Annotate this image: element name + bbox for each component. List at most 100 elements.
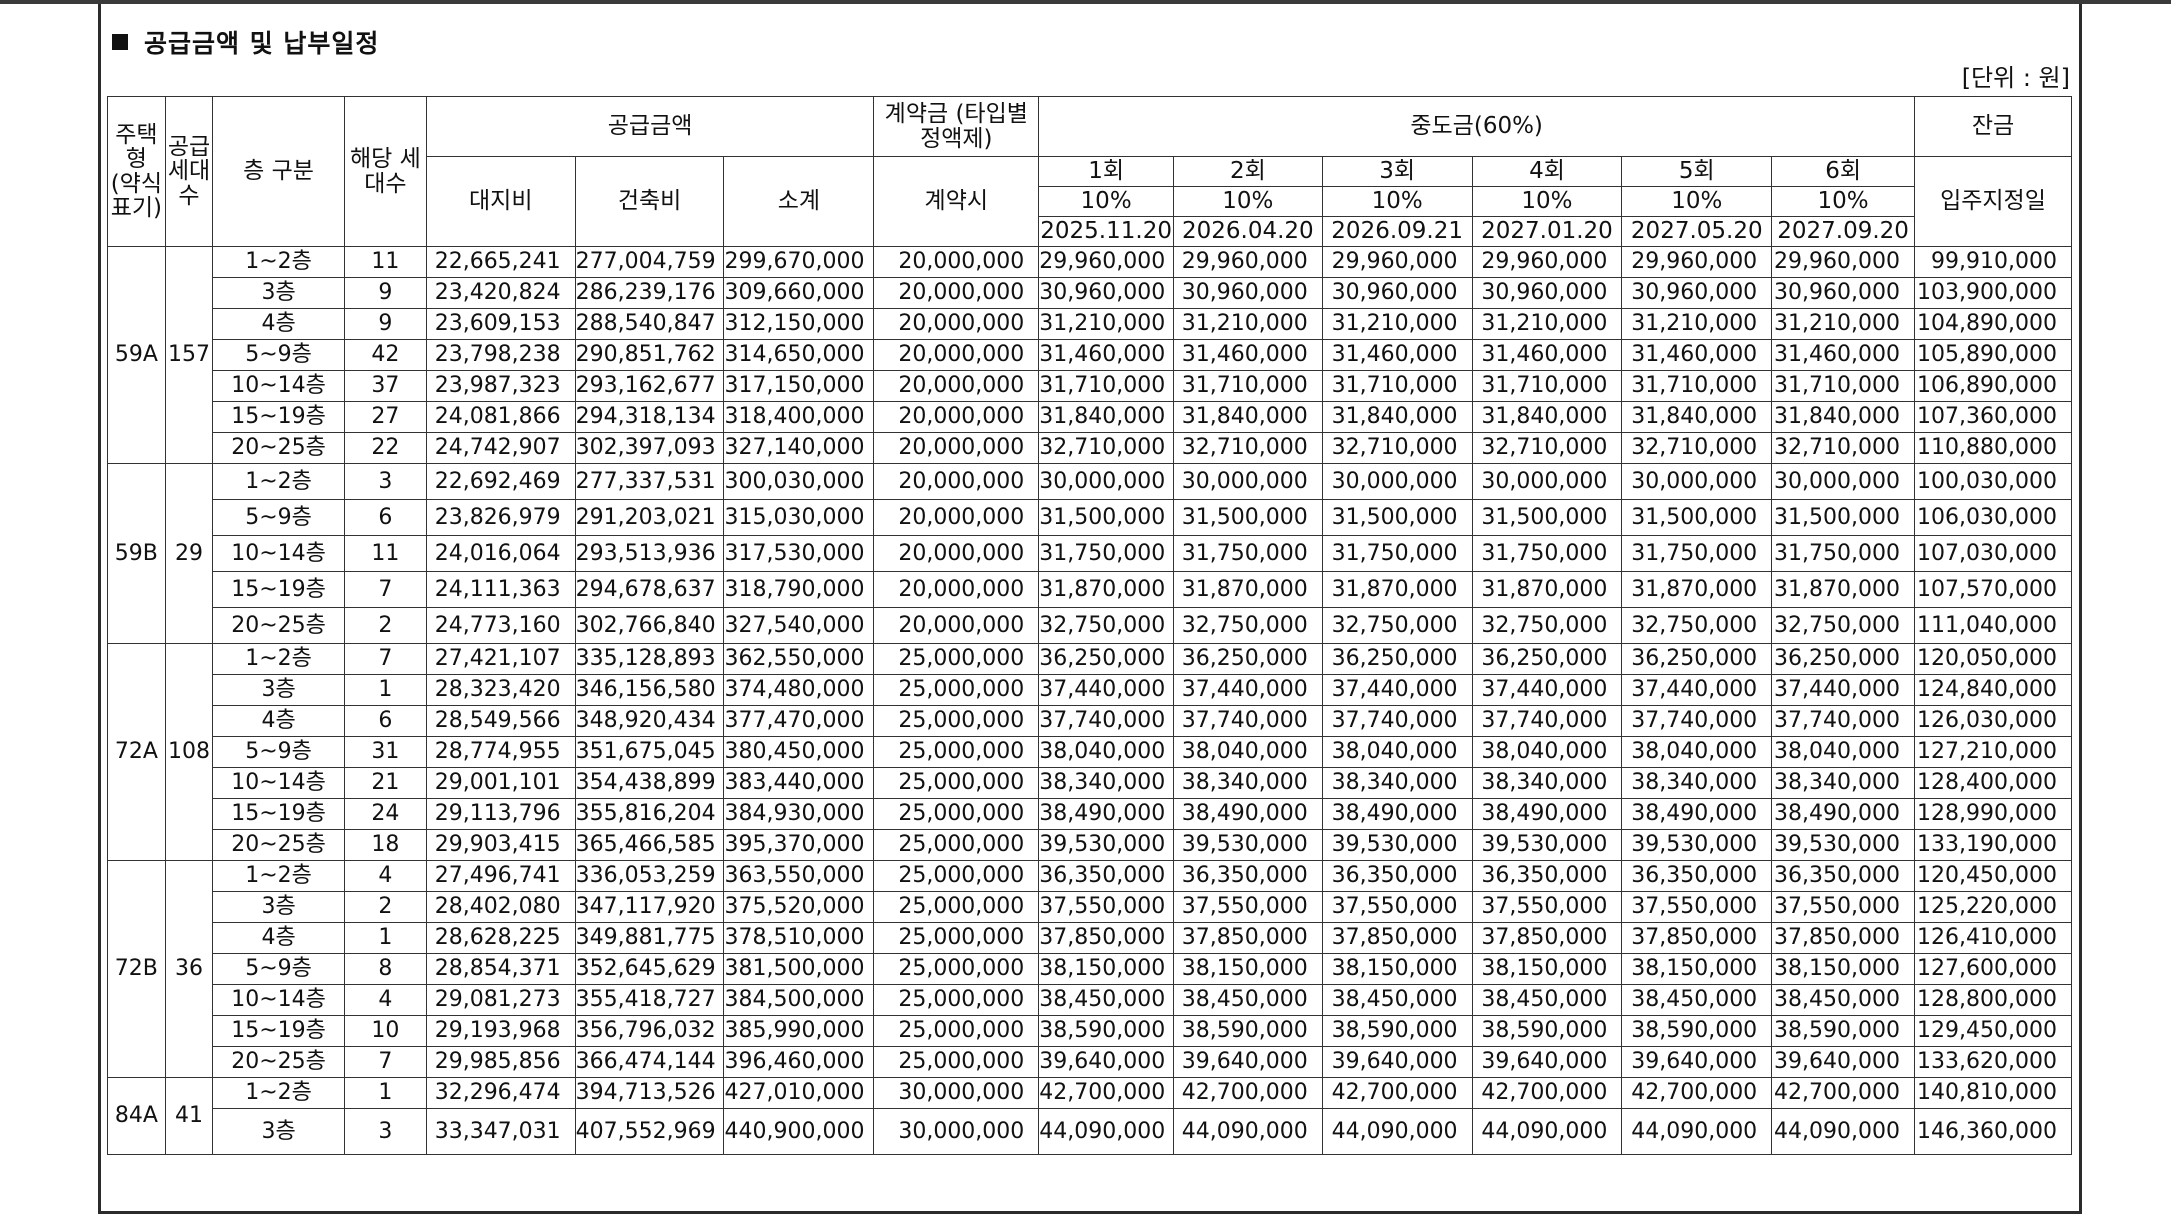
cell-interim-round-1: 31,710,000 (1038, 370, 1174, 402)
cell-interim-round-5: 31,710,000 (1621, 370, 1773, 402)
cell-subtotal: 378,510,000 (723, 922, 875, 954)
cell-interim-round-1: 39,640,000 (1038, 1046, 1174, 1078)
cell-interim-round-3: 31,710,000 (1321, 370, 1473, 402)
header-round-label: 6회 (1771, 156, 1915, 187)
cell-subtotal: 377,470,000 (723, 705, 875, 737)
cell-floor: 1~2층 (212, 860, 345, 892)
cell-balance: 128,990,000 (1913, 798, 2073, 830)
cell-balance: 107,360,000 (1913, 401, 2073, 433)
cell-interim-round-4: 31,750,000 (1471, 535, 1623, 572)
cell-interim-round-5: 30,000,000 (1621, 463, 1773, 500)
cell-interim-round-2: 36,350,000 (1172, 860, 1323, 892)
table-row: 3층 2 28,402,080 347,117,920 375,520,000 25,00… (108, 891, 2073, 923)
cell-subtotal: 327,140,000 (723, 432, 875, 464)
cell-land-cost: 22,692,469 (425, 463, 576, 500)
header-round-pct: 10% (1038, 186, 1174, 217)
cell-interim-round-6: 39,530,000 (1771, 829, 1915, 861)
cell-subtotal: 374,480,000 (723, 674, 875, 706)
cell-floor: 10~14층 (212, 984, 345, 1016)
cell-interim-round-5: 38,490,000 (1621, 798, 1773, 830)
cell-interim-round-3: 38,490,000 (1321, 798, 1473, 830)
cell-interim-round-5: 31,460,000 (1621, 339, 1773, 371)
cell-building-cost: 277,337,531 (574, 463, 725, 500)
cell-interim-round-4: 38,340,000 (1471, 767, 1623, 799)
cell-interim-round-4: 37,550,000 (1471, 891, 1623, 923)
cell-interim-round-5: 44,090,000 (1621, 1108, 1773, 1155)
header-round-date: 2027.09.20 (1771, 216, 1915, 247)
cell-deposit: 25,000,000 (873, 705, 1040, 737)
cell-unit-count: 6 (343, 705, 427, 737)
cell-floor: 20~25층 (212, 607, 345, 644)
cell-interim-round-1: 36,250,000 (1038, 643, 1174, 675)
header-land-cost: 대지비 (425, 156, 576, 247)
cell-deposit: 20,000,000 (873, 339, 1040, 371)
section-heading: 공급금액 및 납부일정 (112, 24, 379, 60)
header-building-cost: 건축비 (574, 156, 725, 247)
cell-interim-round-2: 39,530,000 (1172, 829, 1323, 861)
cell-interim-round-5: 30,960,000 (1621, 277, 1773, 309)
cell-interim-round-5: 39,530,000 (1621, 829, 1773, 861)
cell-balance: 125,220,000 (1913, 891, 2073, 923)
cell-interim-round-3: 37,550,000 (1321, 891, 1473, 923)
cell-land-cost: 29,903,415 (425, 829, 576, 861)
cell-land-cost: 22,665,241 (425, 246, 576, 278)
cell-building-cost: 351,675,045 (574, 736, 725, 768)
cell-supply-units: 36 (164, 860, 214, 1078)
cell-interim-round-4: 36,250,000 (1471, 643, 1623, 675)
cell-interim-round-5: 38,040,000 (1621, 736, 1773, 768)
cell-balance: 129,450,000 (1913, 1015, 2073, 1047)
cell-interim-round-5: 37,550,000 (1621, 891, 1773, 923)
cell-floor: 3층 (212, 674, 345, 706)
cell-interim-round-3: 32,750,000 (1321, 607, 1473, 644)
cell-interim-round-4: 38,040,000 (1471, 736, 1623, 768)
cell-interim-round-6: 31,750,000 (1771, 535, 1915, 572)
cell-interim-round-4: 31,500,000 (1471, 499, 1623, 536)
cell-interim-round-6: 38,490,000 (1771, 798, 1915, 830)
cell-interim-round-6: 37,440,000 (1771, 674, 1915, 706)
cell-land-cost: 28,774,955 (425, 736, 576, 768)
cell-subtotal: 385,990,000 (723, 1015, 875, 1047)
table-row: 15~19층 7 24,111,363 294,678,637 318,790,000 2… (108, 571, 2073, 608)
table-row: 84A 41 1~2층 1 32,296,474 394,713,526 427,010,0… (107, 1077, 2073, 1155)
cell-interim-round-3: 31,870,000 (1321, 571, 1473, 608)
table-row: 20~25층 2 24,773,160 302,766,840 327,540,000 2… (108, 607, 2073, 644)
cell-interim-round-3: 42,700,000 (1321, 1077, 1473, 1109)
cell-interim-round-1: 37,850,000 (1038, 922, 1174, 954)
table-row: 15~19층 10 29,193,968 356,796,032 385,990,000… (108, 1015, 2073, 1047)
cell-interim-round-1: 37,740,000 (1038, 705, 1174, 737)
cell-deposit: 25,000,000 (873, 829, 1040, 861)
cell-interim-round-1: 38,590,000 (1038, 1015, 1174, 1047)
cell-interim-round-6: 31,210,000 (1771, 308, 1915, 340)
cell-housing-type: 84A (107, 1077, 166, 1155)
cell-land-cost: 27,496,741 (425, 860, 576, 892)
cell-interim-round-5: 38,450,000 (1621, 984, 1773, 1016)
cell-unit-count: 10 (343, 1015, 427, 1047)
cell-interim-round-1: 30,000,000 (1038, 463, 1174, 500)
cell-interim-round-5: 42,700,000 (1621, 1077, 1773, 1109)
cell-land-cost: 24,773,160 (425, 607, 576, 644)
cell-interim-round-1: 32,750,000 (1038, 607, 1174, 644)
cell-subtotal: 312,150,000 (723, 308, 875, 340)
cell-unit-count: 7 (343, 1046, 427, 1078)
cell-interim-round-2: 36,250,000 (1172, 643, 1323, 675)
header-balance-sub: 입주지정일 (1913, 156, 2073, 247)
cell-deposit: 20,000,000 (873, 535, 1040, 572)
cell-subtotal: 363,550,000 (723, 860, 875, 892)
cell-interim-round-3: 31,210,000 (1321, 308, 1473, 340)
header-round-date: 2026.09.21 (1321, 216, 1473, 247)
cell-subtotal: 395,370,000 (723, 829, 875, 861)
cell-unit-count: 1 (343, 922, 427, 954)
cell-interim-round-4: 37,740,000 (1471, 705, 1623, 737)
table-row: 10~14층 37 23,987,323 293,162,677 317,150,000… (108, 370, 2073, 402)
cell-interim-round-4: 31,840,000 (1471, 401, 1623, 433)
cell-interim-round-6: 36,350,000 (1771, 860, 1915, 892)
cell-interim-round-2: 31,710,000 (1172, 370, 1323, 402)
cell-land-cost: 29,081,273 (425, 984, 576, 1016)
cell-floor: 15~19층 (212, 401, 345, 433)
cell-subtotal: 362,550,000 (723, 643, 875, 675)
cell-unit-count: 11 (343, 535, 427, 572)
cell-interim-round-1: 38,340,000 (1038, 767, 1174, 799)
cell-land-cost: 23,987,323 (425, 370, 576, 402)
cell-unit-count: 1 (343, 1077, 427, 1109)
table-row: 5~9층 42 23,798,238 290,851,762 314,650,000 20… (108, 339, 2073, 371)
